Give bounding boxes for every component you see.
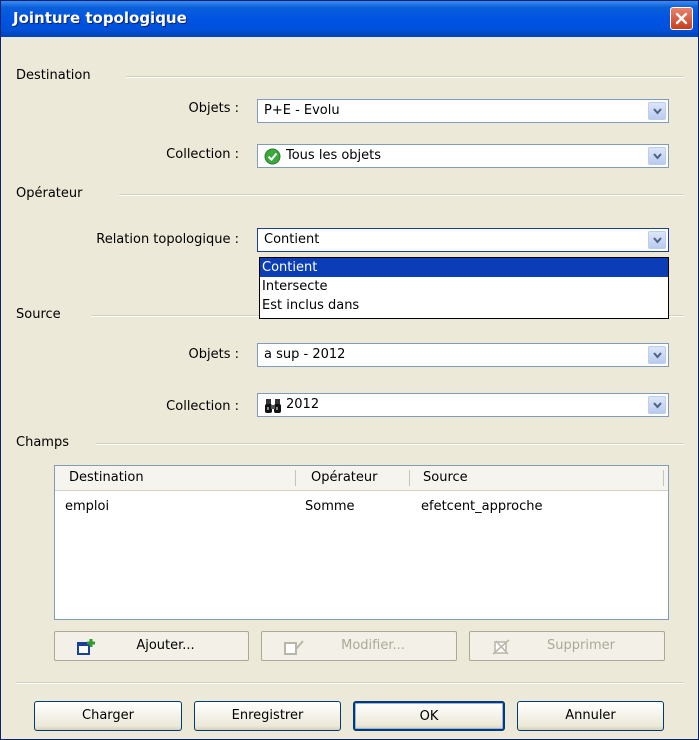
relation-label: Relation topologique : (96, 232, 239, 247)
relation-value: Contient (264, 232, 320, 247)
destination-objets-label: Objets : (188, 101, 239, 116)
load-button[interactable]: Charger (34, 701, 182, 731)
dropdown-option[interactable]: Contient (260, 258, 668, 277)
binoculars-icon (265, 399, 281, 413)
destination-objets-value: P+E - Evolu (264, 103, 340, 118)
column-header-operateur[interactable]: Opérateur (311, 470, 377, 485)
title-bar[interactable]: Jointure topologique (1, 1, 698, 37)
relation-dropdown-list[interactable]: Contient Intersecte Est inclus dans (259, 257, 669, 319)
delete-button[interactable]: Supprimer (469, 631, 665, 661)
column-separator[interactable] (409, 470, 410, 486)
destination-objets-select[interactable]: P+E - Evolu (257, 99, 669, 123)
ok-button[interactable]: OK (353, 701, 505, 731)
fields-list[interactable]: Destination Opérateur Source emploi Somm… (54, 465, 669, 620)
destination-collection-select[interactable]: Tous les objets (257, 144, 669, 168)
dropdown-arrow-button[interactable] (648, 396, 666, 414)
add-field-icon (77, 639, 95, 655)
operateur-group-label: Opérateur (16, 186, 83, 201)
source-collection-value: 2012 (286, 397, 320, 412)
column-header-destination[interactable]: Destination (69, 470, 144, 485)
add-button[interactable]: Ajouter... (54, 631, 249, 661)
destination-divider (126, 76, 684, 78)
check-circle-icon (264, 148, 281, 165)
row-source-cell: efetcent_approche (421, 499, 543, 514)
source-objets-label: Objets : (188, 347, 239, 362)
dropdown-option[interactable]: Est inclus dans (260, 296, 668, 315)
close-icon (675, 12, 688, 25)
champs-group-label: Champs (16, 435, 69, 450)
row-operateur-cell: Somme (305, 499, 355, 514)
source-objets-select[interactable]: a sup - 2012 (257, 343, 669, 367)
delete-button-label: Supprimer (547, 638, 615, 653)
source-collection-label: Collection : (166, 399, 239, 414)
edit-icon (284, 640, 304, 655)
destination-collection-value: Tous les objets (286, 148, 382, 163)
footer-divider (16, 682, 684, 684)
column-separator[interactable] (663, 470, 664, 486)
source-collection-select[interactable]: 2012 (257, 393, 669, 417)
add-button-label: Ajouter... (136, 638, 195, 653)
delete-icon (492, 639, 510, 655)
dropdown-option[interactable]: Intersecte (260, 277, 668, 296)
operateur-divider (119, 194, 684, 196)
dropdown-arrow-button[interactable] (648, 231, 666, 249)
column-header-source[interactable]: Source (423, 470, 468, 485)
window-title: Jointure topologique (13, 9, 187, 27)
cancel-button[interactable]: Annuler (517, 701, 664, 731)
chevron-down-icon (653, 108, 662, 115)
chevron-down-icon (653, 402, 662, 409)
source-objets-value: a sup - 2012 (264, 347, 346, 362)
column-separator[interactable] (295, 470, 296, 486)
modify-button[interactable]: Modifier... (261, 631, 457, 661)
modify-button-label: Modifier... (341, 638, 405, 653)
row-destination-cell: emploi (65, 499, 110, 514)
destination-group-label: Destination (16, 68, 91, 83)
dropdown-arrow-button[interactable] (648, 346, 666, 364)
source-group-label: Source (16, 307, 61, 322)
champs-divider (96, 443, 684, 445)
fields-list-header: Destination Opérateur Source (55, 466, 668, 491)
chevron-down-icon (653, 352, 662, 359)
chevron-down-icon (653, 237, 662, 244)
relation-select[interactable]: Contient (257, 228, 669, 252)
destination-collection-label: Collection : (166, 147, 239, 162)
close-button[interactable] (670, 7, 693, 30)
dropdown-arrow-button[interactable] (648, 147, 666, 165)
dropdown-arrow-button[interactable] (648, 102, 666, 120)
chevron-down-icon (653, 153, 662, 160)
dialog-window: Jointure topologique Destination Objets … (0, 0, 699, 740)
save-button[interactable]: Enregistrer (194, 701, 341, 731)
